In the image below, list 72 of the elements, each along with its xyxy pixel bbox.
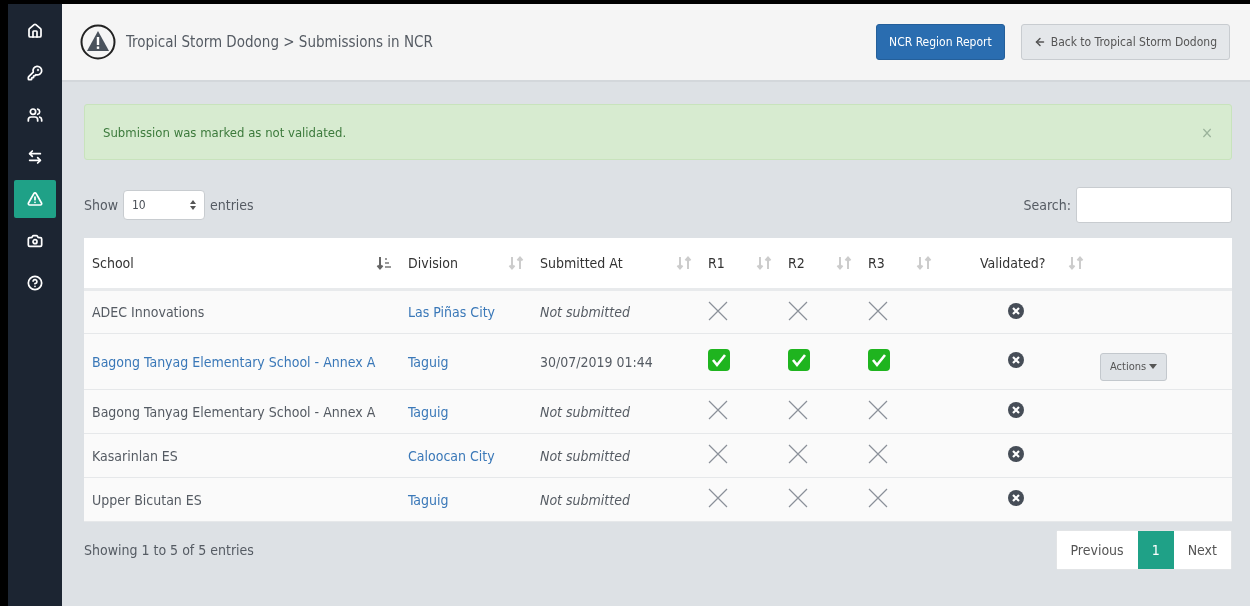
division-link[interactable]: Caloocan City [408,447,495,464]
breadcrumb: Tropical Storm Dodong > Submissions in NCR [126,33,434,51]
school-name: Kasarinlan ES [92,447,178,464]
sort-icon[interactable] [508,255,524,271]
cross-icon [868,444,888,464]
help-icon [27,275,43,291]
sort-icon[interactable] [916,255,932,271]
column-header[interactable]: Validated? [940,238,1092,290]
cross-icon [788,444,808,464]
cross-icon [868,300,888,321]
column-header[interactable]: Submitted At [532,238,700,290]
division-link[interactable]: Taguig [408,403,449,420]
cross-icon [868,400,888,420]
column-header[interactable]: R1 [700,238,780,290]
checked-box-icon [708,349,730,371]
cross-icon [868,488,888,508]
division-link[interactable]: Taguig [408,491,449,508]
x-circle-icon [1008,352,1024,368]
cross-icon [788,400,808,420]
report-button[interactable]: NCR Region Report [876,24,1005,60]
cross-icon [708,400,728,420]
cross-icon [708,444,728,464]
submitted-at: Not submitted [540,447,630,464]
x-circle-icon [1008,402,1024,418]
submitted-at: Not submitted [540,304,630,320]
school-name: ADEC Innovations [92,304,205,320]
column-header[interactable]: School [84,238,400,290]
column-header[interactable]: Division [400,238,532,290]
users-icon [27,107,43,123]
actions-button[interactable]: Actions [1100,352,1168,381]
select-arrows-icon [190,200,196,210]
search-field[interactable] [1076,187,1232,223]
column-header[interactable]: R2 [780,238,860,290]
school-name: Upper Bicutan ES [92,491,202,508]
x-circle-icon [1008,302,1024,319]
caret-icon [1149,364,1158,369]
submitted-at: Not submitted [540,491,630,508]
x-circle-icon [1008,446,1024,462]
show-label: Show [84,197,118,213]
page-button[interactable]: 1 [1137,531,1174,569]
home-icon [27,23,43,39]
sort-ascending-icon[interactable] [376,255,392,271]
cross-icon [708,300,728,321]
submitted-at: Not submitted [540,403,630,420]
sort-icon[interactable] [1068,255,1084,271]
key-icon [27,65,43,81]
cross-icon [788,488,808,508]
column-header[interactable]: R3 [860,238,940,290]
sort-icon[interactable] [836,255,852,271]
school-link[interactable]: Bagong Tanyag Elementary School - Annex A [92,353,376,370]
school-name: Bagong Tanyag Elementary School - Annex A [92,403,376,420]
submitted-at: 30/07/2019 01:44 [540,353,653,370]
table-info: Showing 1 to 5 of 5 entries [84,542,254,558]
arrows-icon [27,149,43,165]
cross-icon [788,300,808,321]
division-link[interactable]: Las Piñas City [408,304,496,320]
checked-box-icon [868,349,890,371]
cross-icon [708,488,728,508]
sort-icon[interactable] [756,255,772,271]
warning-icon [27,191,43,207]
arrow-left-icon [1033,36,1046,48]
back-button[interactable]: Back to Tropical Storm Dodong [1020,24,1230,60]
warning-icon [80,24,116,60]
checked-box-icon [788,349,810,371]
entries-label: entries [210,197,254,213]
alert-message: Submission was marked as not validated. [103,124,347,140]
camera-icon [27,233,43,249]
entries-select[interactable]: 10 [123,190,205,220]
x-circle-icon [1008,490,1024,506]
division-link[interactable]: Taguig [408,353,449,370]
sort-icon[interactable] [676,255,692,271]
search-label: Search: [1023,197,1071,213]
